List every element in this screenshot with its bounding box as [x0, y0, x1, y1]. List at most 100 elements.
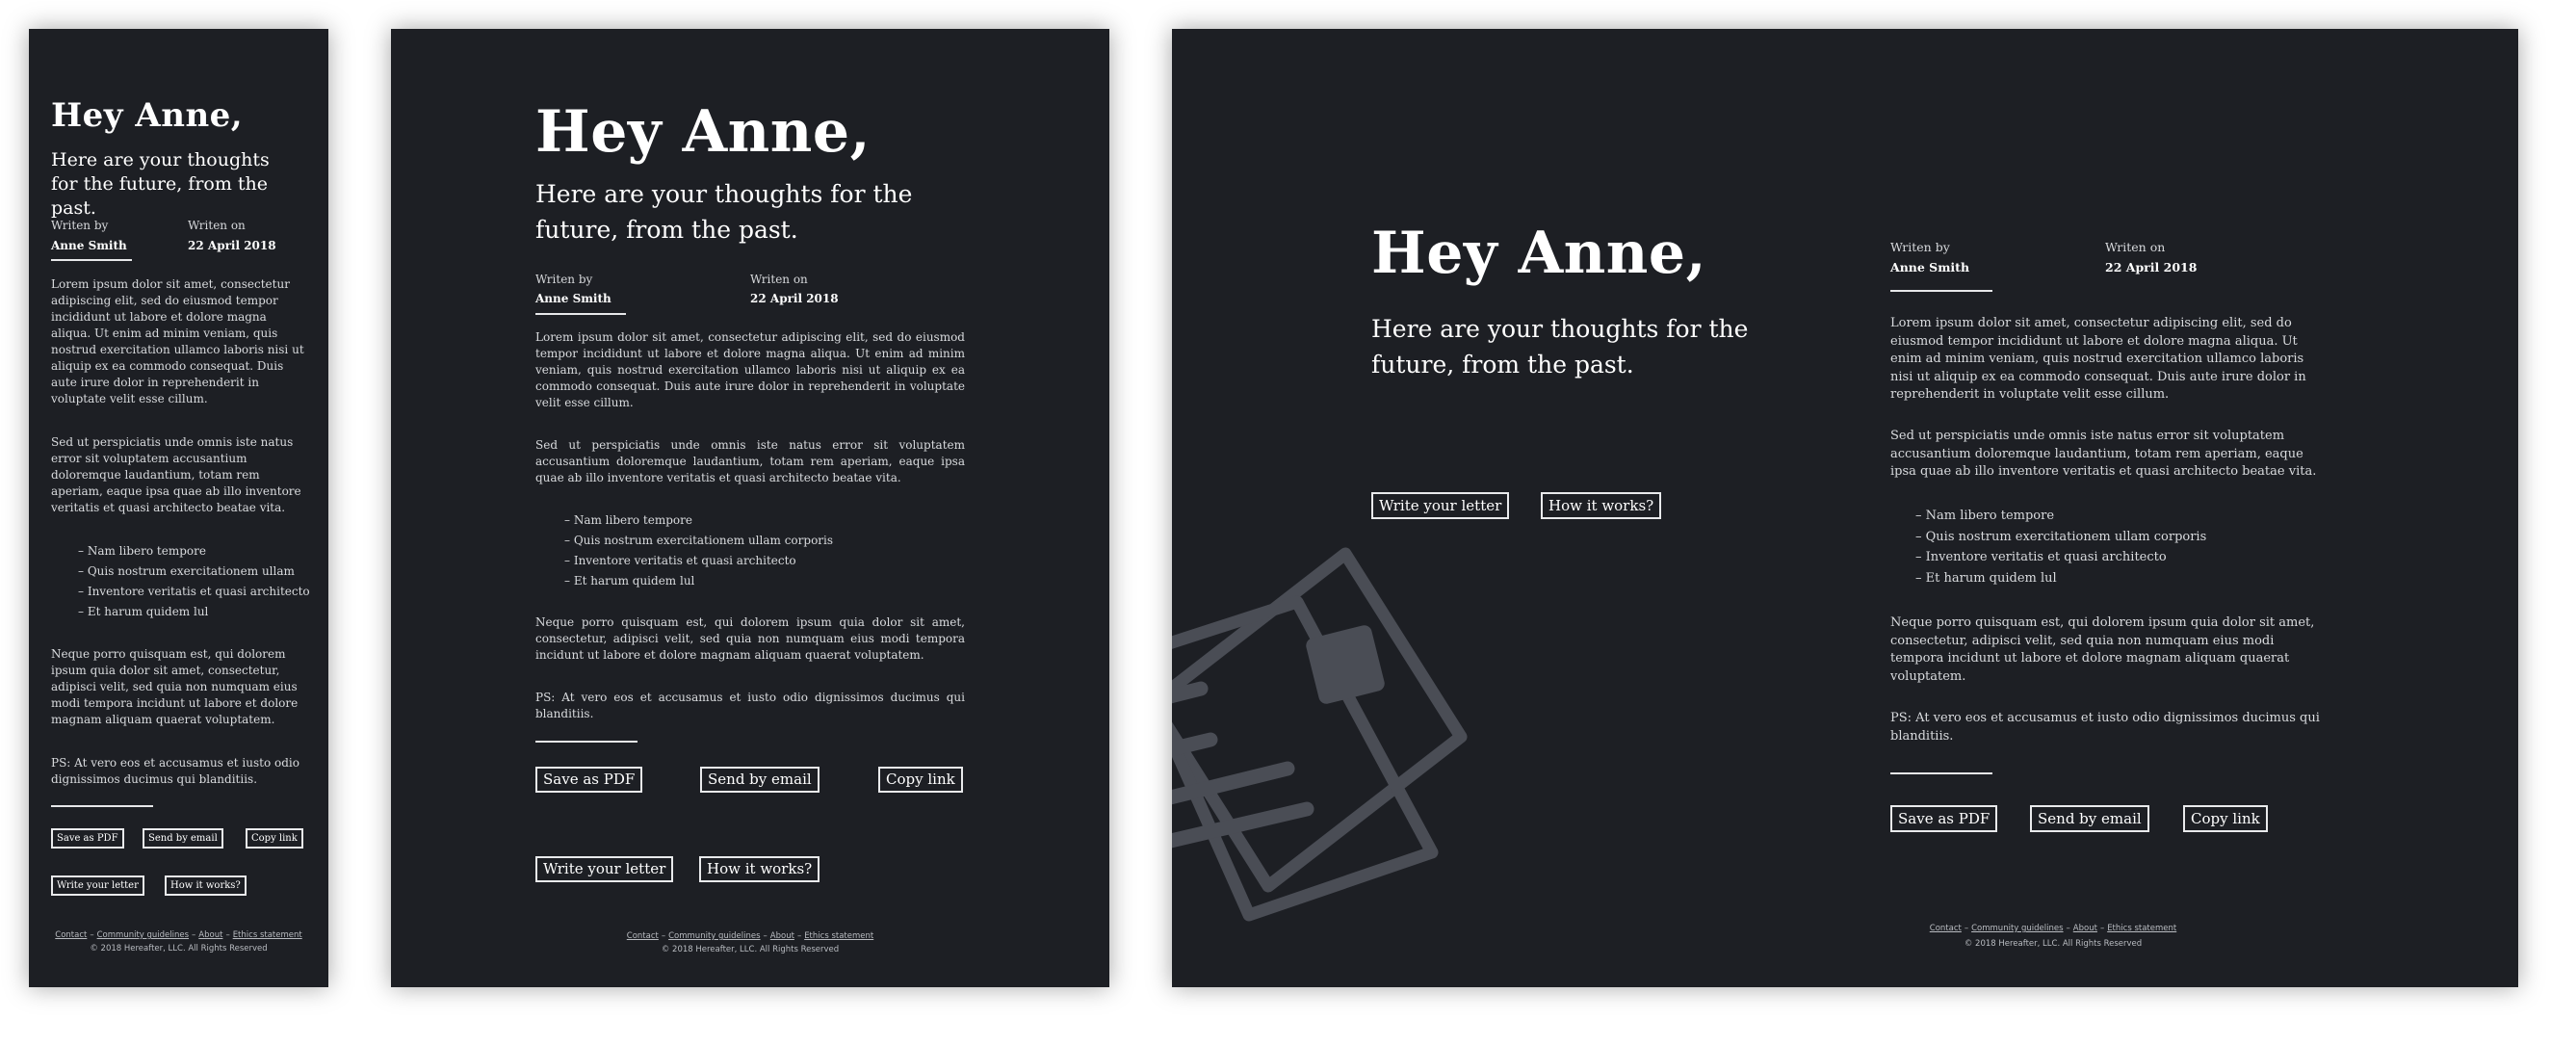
- footer-link-guidelines[interactable]: Community guidelines: [97, 930, 189, 940]
- letter-date: 22 April 2018: [750, 292, 839, 305]
- footer-link-guidelines[interactable]: Community guidelines: [1971, 924, 2063, 933]
- list-item: Quis nostrum exercitationem ullam corpor…: [564, 531, 833, 551]
- footer-link-ethics[interactable]: Ethics statement: [804, 931, 873, 941]
- letter-end-divider: [51, 805, 153, 807]
- footer-separator: –: [2066, 924, 2070, 933]
- footer-separator: –: [1964, 924, 1969, 933]
- letter-postscript: PS: At vero eos et accusamus et iusto od…: [1890, 711, 2320, 744]
- footer-links: Contact – Community guidelines – About – Ethic…: [29, 928, 328, 942]
- list-item: Nam libero tempore: [1915, 506, 2206, 527]
- footer: Contact – Community guidelines – About – Ethic…: [391, 929, 1109, 956]
- list-item: Nam libero tempore: [564, 510, 833, 531]
- letter-paragraph-3: Neque porro quisquam est, qui dolorem ip…: [535, 615, 965, 662]
- written-on-label: Writen on: [188, 219, 246, 232]
- how-it-works-button[interactable]: How it works?: [165, 875, 247, 896]
- letter-postscript: PS: At vero eos et accusamus et iusto od…: [535, 691, 965, 720]
- letter-paragraph-1: Lorem ipsum dolor sit amet, consectetur …: [1890, 316, 2306, 402]
- letter-paragraph-3: Neque porro quisquam est, qui dolorem ip…: [1890, 615, 2315, 684]
- letter-list: Nam libero tempore Quis nostrum exercita…: [564, 510, 833, 591]
- footer-link-about[interactable]: About: [198, 930, 222, 940]
- footer-link-ethics[interactable]: Ethics statement: [233, 930, 302, 940]
- footer-copyright: © 2018 Hereafter, LLC. All Rights Reserv…: [661, 945, 840, 954]
- footer-links: Contact – Community guidelines – About – Ethic…: [391, 929, 1109, 943]
- footer-link-about[interactable]: About: [770, 931, 794, 941]
- copy-link-button[interactable]: Copy link: [2183, 805, 2268, 832]
- author-name: Anne Smith: [535, 292, 611, 305]
- how-it-works-button[interactable]: How it works?: [1541, 492, 1662, 519]
- send-email-button[interactable]: Send by email: [143, 828, 223, 849]
- save-pdf-button[interactable]: Save as PDF: [535, 767, 643, 793]
- footer-separator: –: [225, 930, 230, 940]
- mobile-layout-panel: Hey Anne, Here are your thoughts for the…: [29, 29, 328, 987]
- save-pdf-button[interactable]: Save as PDF: [1890, 805, 1998, 832]
- subtitle-heading: Here are your thoughts for the future, f…: [1371, 315, 1749, 379]
- footer-separator: –: [796, 931, 802, 941]
- list-item: Et harum quidem lul: [564, 571, 833, 591]
- footer-links: Contact – Community guidelines – About – Ethic…: [1572, 921, 2518, 936]
- desktop-layout-panel: Hey Anne, Here are your thoughts for the…: [1172, 29, 2518, 987]
- written-on-label: Writen on: [750, 273, 808, 286]
- footer-link-contact[interactable]: Contact: [627, 931, 659, 941]
- meta-divider: [1890, 290, 1992, 292]
- footer: Contact – Community guidelines – About – Ethic…: [1572, 921, 2518, 952]
- send-email-button[interactable]: Send by email: [700, 767, 820, 793]
- write-letter-button[interactable]: Write your letter: [535, 856, 674, 882]
- footer-separator: –: [2099, 924, 2105, 933]
- footer-link-ethics[interactable]: Ethics statement: [2107, 924, 2176, 933]
- letter-date: 22 April 2018: [2105, 260, 2198, 274]
- footer-separator: –: [90, 930, 94, 940]
- written-by-label: Writen by: [535, 273, 593, 286]
- save-pdf-button[interactable]: Save as PDF: [51, 828, 124, 849]
- subtitle-heading: Here are your thoughts for the future, f…: [535, 180, 913, 244]
- copy-link-button[interactable]: Copy link: [878, 767, 963, 793]
- list-item: Inventore veritatis et quasi architecto: [1915, 547, 2206, 568]
- letter-postscript: PS: At vero eos et accusamus et iusto od…: [51, 756, 299, 786]
- meta-divider: [535, 313, 626, 315]
- list-item: Inventore veritatis et quasi architecto: [564, 551, 833, 571]
- author-name: Anne Smith: [51, 239, 127, 252]
- footer-separator: –: [661, 931, 666, 941]
- greeting-heading: Hey Anne,: [51, 96, 244, 135]
- list-item: Nam libero tempore: [78, 541, 310, 562]
- letter-list: Nam libero tempore Quis nostrum exercita…: [78, 541, 310, 622]
- footer-link-contact[interactable]: Contact: [1930, 924, 1962, 933]
- list-item: Et harum quidem lul: [78, 602, 310, 622]
- letter-paragraph-1: Lorem ipsum dolor sit amet, consectetur …: [51, 277, 304, 405]
- footer-copyright: © 2018 Hereafter, LLC. All Rights Reserv…: [90, 944, 268, 954]
- greeting-heading: Hey Anne,: [1371, 220, 1706, 287]
- footer-separator: –: [763, 931, 768, 941]
- written-on-label: Writen on: [2105, 240, 2166, 254]
- author-name: Anne Smith: [1890, 260, 1970, 274]
- how-it-works-button[interactable]: How it works?: [699, 856, 820, 882]
- list-item: Quis nostrum exercitationem ullam corpor…: [1915, 527, 2207, 548]
- footer-copyright: © 2018 Hereafter, LLC. All Rights Reserv…: [1964, 939, 2143, 949]
- letter-list: Nam libero tempore Quis nostrum exercita…: [1915, 506, 2207, 589]
- footer-link-guidelines[interactable]: Community guidelines: [668, 931, 760, 941]
- send-email-button[interactable]: Send by email: [2030, 805, 2149, 832]
- written-by-label: Writen by: [1890, 240, 1950, 254]
- letter-paragraph-2: Sed ut perspiciatis unde omnis iste natu…: [535, 438, 965, 484]
- letter-paragraph-3: Neque porro quisquam est, qui dolorem ip…: [51, 647, 299, 726]
- written-by-label: Writen by: [51, 219, 109, 232]
- letter-date: 22 April 2018: [188, 239, 276, 252]
- greeting-heading: Hey Anne,: [535, 98, 871, 166]
- footer-separator: –: [192, 930, 196, 940]
- letter-end-divider: [1890, 772, 1992, 774]
- list-item: Inventore veritatis et quasi architecto: [78, 582, 310, 602]
- letter-paragraph-1: Lorem ipsum dolor sit amet, consectetur …: [535, 330, 965, 409]
- footer-link-about[interactable]: About: [2073, 924, 2097, 933]
- list-item: Et harum quidem lul: [1915, 568, 2206, 589]
- subtitle-heading: Here are your thoughts for the future, f…: [51, 149, 270, 219]
- list-item: Quis nostrum exercitationem ullam: [78, 562, 310, 582]
- copy-link-button[interactable]: Copy link: [246, 828, 303, 849]
- tablet-layout-panel: Hey Anne, Here are your thoughts for the…: [391, 29, 1109, 987]
- write-letter-button[interactable]: Write your letter: [51, 875, 144, 896]
- footer-link-contact[interactable]: Contact: [55, 930, 87, 940]
- letter-end-divider: [535, 741, 637, 743]
- footer: Contact – Community guidelines – About – Ethic…: [29, 928, 328, 955]
- write-letter-button[interactable]: Write your letter: [1371, 492, 1510, 519]
- letter-paragraph-2: Sed ut perspiciatis unde omnis iste natu…: [1890, 429, 2317, 479]
- letter-paragraph-2: Sed ut perspiciatis unde omnis iste natu…: [51, 435, 301, 514]
- meta-divider: [51, 259, 132, 261]
- envelope-icon: [1172, 547, 1468, 922]
